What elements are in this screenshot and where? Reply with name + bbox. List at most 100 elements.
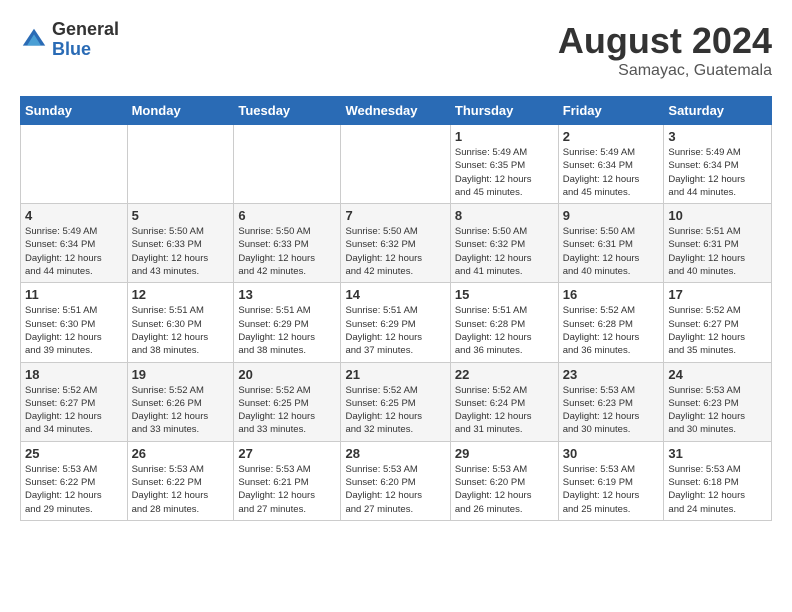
calendar-cell — [127, 125, 234, 204]
day-number: 18 — [25, 367, 123, 382]
weekday-header-tuesday: Tuesday — [234, 97, 341, 125]
calendar-week-row: 1 Sunrise: 5:49 AM Sunset: 6:35 PM Daylig… — [21, 125, 772, 204]
calendar-cell: 28 Sunrise: 5:53 AM Sunset: 6:20 PM Dayli… — [341, 441, 450, 520]
logo-icon — [20, 26, 48, 54]
day-info: Sunrise: 5:51 AM Sunset: 6:29 PM Dayligh… — [345, 304, 445, 357]
calendar-cell: 29Sunrise: 5:53 AM Sunset: 6:20 PM Dayli… — [450, 441, 558, 520]
calendar-cell: 21 Sunrise: 5:52 AM Sunset: 6:25 PM Dayli… — [341, 362, 450, 441]
day-number: 28 — [345, 446, 445, 461]
calendar-cell: 14 Sunrise: 5:51 AM Sunset: 6:29 PM Dayli… — [341, 283, 450, 362]
calendar-cell: 24 Sunrise: 5:53 AM Sunset: 6:23 PM Dayli… — [664, 362, 772, 441]
day-number: 7 — [345, 208, 445, 223]
day-info: Sunrise: 5:51 AM Sunset: 6:28 PM Dayligh… — [455, 304, 554, 357]
weekday-header-saturday: Saturday — [664, 97, 772, 125]
day-number: 29 — [455, 446, 554, 461]
calendar-week-row: 25Sunrise: 5:53 AM Sunset: 6:22 PM Dayli… — [21, 441, 772, 520]
weekday-header-sunday: Sunday — [21, 97, 128, 125]
day-info: Sunrise: 5:53 AM Sunset: 6:22 PM Dayligh… — [25, 463, 123, 516]
weekday-header-row: SundayMondayTuesdayWednesdayThursdayFrid… — [21, 97, 772, 125]
day-number: 9 — [563, 208, 660, 223]
page-header: General Blue August 2024 Samayac, Guatem… — [20, 20, 772, 80]
day-info: Sunrise: 5:49 AM Sunset: 6:34 PM Dayligh… — [563, 146, 660, 199]
calendar-week-row: 4Sunrise: 5:49 AM Sunset: 6:34 PM Daylig… — [21, 204, 772, 283]
day-number: 8 — [455, 208, 554, 223]
day-info: Sunrise: 5:53 AM Sunset: 6:19 PM Dayligh… — [563, 463, 660, 516]
weekday-header-wednesday: Wednesday — [341, 97, 450, 125]
day-info: Sunrise: 5:53 AM Sunset: 6:20 PM Dayligh… — [345, 463, 445, 516]
calendar-table: SundayMondayTuesdayWednesdayThursdayFrid… — [20, 96, 772, 521]
calendar-cell: 9 Sunrise: 5:50 AM Sunset: 6:31 PM Daylig… — [558, 204, 664, 283]
calendar-cell: 4Sunrise: 5:49 AM Sunset: 6:34 PM Daylig… — [21, 204, 128, 283]
calendar-cell: 10 Sunrise: 5:51 AM Sunset: 6:31 PM Dayli… — [664, 204, 772, 283]
day-info: Sunrise: 5:53 AM Sunset: 6:23 PM Dayligh… — [563, 384, 660, 437]
calendar-cell: 16Sunrise: 5:52 AM Sunset: 6:28 PM Dayli… — [558, 283, 664, 362]
day-info: Sunrise: 5:50 AM Sunset: 6:33 PM Dayligh… — [238, 225, 336, 278]
location-subtitle: Samayac, Guatemala — [558, 62, 772, 80]
day-info: Sunrise: 5:52 AM Sunset: 6:27 PM Dayligh… — [25, 384, 123, 437]
day-number: 24 — [668, 367, 767, 382]
day-info: Sunrise: 5:52 AM Sunset: 6:25 PM Dayligh… — [238, 384, 336, 437]
calendar-cell: 6 Sunrise: 5:50 AM Sunset: 6:33 PM Daylig… — [234, 204, 341, 283]
calendar-cell: 31 Sunrise: 5:53 AM Sunset: 6:18 PM Dayli… — [664, 441, 772, 520]
calendar-cell — [21, 125, 128, 204]
calendar-cell: 23Sunrise: 5:53 AM Sunset: 6:23 PM Dayli… — [558, 362, 664, 441]
day-number: 15 — [455, 287, 554, 302]
day-number: 14 — [345, 287, 445, 302]
calendar-cell — [341, 125, 450, 204]
day-number: 20 — [238, 367, 336, 382]
day-info: Sunrise: 5:53 AM Sunset: 6:23 PM Dayligh… — [668, 384, 767, 437]
calendar-cell: 7Sunrise: 5:50 AM Sunset: 6:32 PM Daylig… — [341, 204, 450, 283]
calendar-cell: 3Sunrise: 5:49 AM Sunset: 6:34 PM Daylig… — [664, 125, 772, 204]
calendar-cell: 27Sunrise: 5:53 AM Sunset: 6:21 PM Dayli… — [234, 441, 341, 520]
day-info: Sunrise: 5:49 AM Sunset: 6:35 PM Dayligh… — [455, 146, 554, 199]
calendar-cell: 30 Sunrise: 5:53 AM Sunset: 6:19 PM Dayli… — [558, 441, 664, 520]
day-number: 2 — [563, 129, 660, 144]
day-number: 5 — [132, 208, 230, 223]
day-info: Sunrise: 5:50 AM Sunset: 6:31 PM Dayligh… — [563, 225, 660, 278]
day-info: Sunrise: 5:49 AM Sunset: 6:34 PM Dayligh… — [25, 225, 123, 278]
weekday-header-monday: Monday — [127, 97, 234, 125]
calendar-cell: 17 Sunrise: 5:52 AM Sunset: 6:27 PM Dayli… — [664, 283, 772, 362]
day-info: Sunrise: 5:52 AM Sunset: 6:28 PM Dayligh… — [563, 304, 660, 357]
calendar-cell: 5 Sunrise: 5:50 AM Sunset: 6:33 PM Daylig… — [127, 204, 234, 283]
logo-text: General Blue — [52, 20, 119, 60]
calendar-cell: 1 Sunrise: 5:49 AM Sunset: 6:35 PM Daylig… — [450, 125, 558, 204]
day-number: 12 — [132, 287, 230, 302]
day-number: 22 — [455, 367, 554, 382]
calendar-cell: 25Sunrise: 5:53 AM Sunset: 6:22 PM Dayli… — [21, 441, 128, 520]
calendar-cell: 26 Sunrise: 5:53 AM Sunset: 6:22 PM Dayli… — [127, 441, 234, 520]
day-number: 19 — [132, 367, 230, 382]
day-number: 11 — [25, 287, 123, 302]
calendar-cell: 20 Sunrise: 5:52 AM Sunset: 6:25 PM Dayli… — [234, 362, 341, 441]
day-info: Sunrise: 5:50 AM Sunset: 6:33 PM Dayligh… — [132, 225, 230, 278]
day-info: Sunrise: 5:49 AM Sunset: 6:34 PM Dayligh… — [668, 146, 767, 199]
day-number: 30 — [563, 446, 660, 461]
day-info: Sunrise: 5:53 AM Sunset: 6:18 PM Dayligh… — [668, 463, 767, 516]
day-info: Sunrise: 5:53 AM Sunset: 6:21 PM Dayligh… — [238, 463, 336, 516]
day-info: Sunrise: 5:52 AM Sunset: 6:26 PM Dayligh… — [132, 384, 230, 437]
calendar-cell: 19 Sunrise: 5:52 AM Sunset: 6:26 PM Dayli… — [127, 362, 234, 441]
day-info: Sunrise: 5:52 AM Sunset: 6:25 PM Dayligh… — [345, 384, 445, 437]
day-number: 26 — [132, 446, 230, 461]
calendar-week-row: 11Sunrise: 5:51 AM Sunset: 6:30 PM Dayli… — [21, 283, 772, 362]
day-number: 1 — [455, 129, 554, 144]
day-info: Sunrise: 5:53 AM Sunset: 6:22 PM Dayligh… — [132, 463, 230, 516]
weekday-header-thursday: Thursday — [450, 97, 558, 125]
day-info: Sunrise: 5:52 AM Sunset: 6:27 PM Dayligh… — [668, 304, 767, 357]
calendar-cell — [234, 125, 341, 204]
day-number: 21 — [345, 367, 445, 382]
calendar-week-row: 18 Sunrise: 5:52 AM Sunset: 6:27 PM Dayli… — [21, 362, 772, 441]
weekday-header-friday: Friday — [558, 97, 664, 125]
day-info: Sunrise: 5:51 AM Sunset: 6:31 PM Dayligh… — [668, 225, 767, 278]
calendar-cell: 18 Sunrise: 5:52 AM Sunset: 6:27 PM Dayli… — [21, 362, 128, 441]
day-number: 17 — [668, 287, 767, 302]
day-info: Sunrise: 5:50 AM Sunset: 6:32 PM Dayligh… — [455, 225, 554, 278]
day-number: 31 — [668, 446, 767, 461]
day-number: 6 — [238, 208, 336, 223]
logo-general: General — [52, 20, 119, 40]
calendar-cell: 11Sunrise: 5:51 AM Sunset: 6:30 PM Dayli… — [21, 283, 128, 362]
calendar-cell: 2 Sunrise: 5:49 AM Sunset: 6:34 PM Daylig… — [558, 125, 664, 204]
day-info: Sunrise: 5:51 AM Sunset: 6:29 PM Dayligh… — [238, 304, 336, 357]
day-number: 10 — [668, 208, 767, 223]
calendar-header: SundayMondayTuesdayWednesdayThursdayFrid… — [21, 97, 772, 125]
